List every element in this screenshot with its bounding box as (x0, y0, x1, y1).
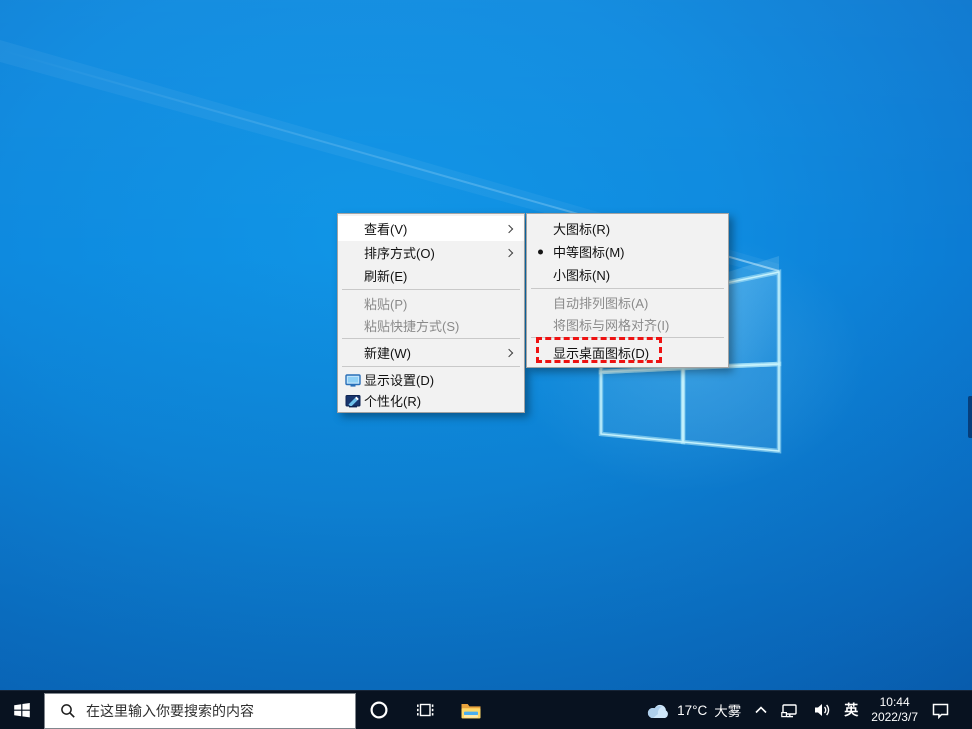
menu-item-label: 中等图标(M) (553, 242, 625, 261)
taskview-icon (415, 700, 435, 720)
submenu-item-large-icons[interactable]: 大图标(R) (527, 217, 728, 240)
menu-item-label: 刷新(E) (364, 266, 407, 285)
weather-condition-label: 大雾 (714, 700, 741, 720)
notification-icon (931, 702, 950, 719)
search-input[interactable] (86, 703, 316, 719)
menu-item-paste: 粘贴(P) (338, 292, 524, 314)
taskbar: 17°C 大雾 (0, 690, 972, 729)
show-hidden-icons-button[interactable] (754, 704, 768, 716)
submenu-item-show-desktop-icons[interactable]: 显示桌面图标(D) (527, 340, 728, 365)
menu-item-label: 自动排列图标(A) (553, 293, 648, 312)
file-explorer-icon (460, 701, 482, 720)
submenu-item-small-icons[interactable]: 小图标(N) (527, 263, 728, 286)
menu-item-sort-by[interactable]: 排序方式(O) (338, 241, 524, 264)
ime-language-indicator[interactable]: 英 (844, 700, 858, 720)
taskview-button[interactable] (402, 691, 448, 729)
submenu-item-medium-icons[interactable]: 中等图标(M) (527, 240, 728, 263)
menu-item-paste-shortcut: 粘贴快捷方式(S) (338, 314, 524, 336)
desktop-context-menu: 查看(V) 排序方式(O) 刷新(E) 粘贴(P) 粘贴快捷方式(S) 新建(W… (337, 213, 525, 413)
menu-item-label: 显示设置(D) (364, 370, 434, 389)
cortana-icon (369, 700, 389, 720)
speaker-icon (813, 702, 831, 718)
file-explorer-button[interactable] (448, 691, 494, 729)
menu-item-new[interactable]: 新建(W) (338, 341, 524, 364)
submenu-arrow-icon (505, 248, 513, 256)
submenu-item-align-to-grid: 将图标与网格对齐(I) (527, 313, 728, 335)
screen: 查看(V) 排序方式(O) 刷新(E) 粘贴(P) 粘贴快捷方式(S) 新建(W… (0, 0, 972, 729)
taskbar-clock[interactable]: 10:44 2022/3/7 (871, 695, 918, 725)
search-icon (60, 703, 76, 719)
submenu-arrow-icon (505, 348, 513, 356)
start-button[interactable] (0, 691, 44, 729)
menu-item-label: 小图标(N) (553, 265, 610, 284)
menu-item-label: 查看(V) (364, 219, 407, 238)
menu-item-label: 新建(W) (364, 343, 411, 362)
menu-item-label: 排序方式(O) (364, 243, 435, 262)
taskbar-search-box[interactable] (44, 693, 356, 729)
clock-time: 10:44 (880, 695, 910, 710)
menu-item-label: 显示桌面图标(D) (553, 343, 649, 362)
submenu-arrow-icon (505, 224, 513, 232)
volume-tray-button[interactable] (813, 702, 831, 718)
menu-item-display-settings[interactable]: 显示设置(D) (338, 369, 524, 390)
action-center-button[interactable] (931, 702, 950, 719)
chevron-up-icon (754, 704, 768, 716)
network-tray-button[interactable] (781, 702, 800, 719)
right-edge-mark (968, 396, 972, 438)
menu-item-label: 将图标与网格对齐(I) (553, 315, 669, 334)
view-submenu: 大图标(R) 中等图标(M) 小图标(N) 自动排列图标(A) 将图标与网格对齐… (526, 213, 729, 368)
menu-item-label: 粘贴(P) (364, 294, 407, 313)
display-settings-icon (345, 372, 361, 388)
weather-cloud-icon (646, 702, 670, 719)
menu-item-label: 个性化(R) (364, 391, 421, 410)
personalization-icon (345, 393, 361, 409)
menu-item-refresh[interactable]: 刷新(E) (338, 264, 524, 287)
start-icon (13, 701, 31, 719)
menu-item-view[interactable]: 查看(V) (338, 216, 524, 241)
menu-item-label: 粘贴快捷方式(S) (364, 316, 459, 335)
submenu-item-auto-arrange: 自动排列图标(A) (527, 291, 728, 313)
weather-widget[interactable]: 17°C 大雾 (646, 700, 741, 720)
menu-item-personalize[interactable]: 个性化(R) (338, 390, 524, 411)
selected-bullet-icon (538, 249, 543, 254)
clock-date: 2022/3/7 (871, 710, 918, 725)
temperature-label: 17°C (677, 703, 707, 718)
system-tray: 17°C 大雾 (646, 691, 972, 729)
cortana-button[interactable] (356, 691, 402, 729)
menu-item-label: 大图标(R) (553, 219, 610, 238)
network-icon (781, 702, 800, 719)
ime-label: 英 (844, 700, 858, 720)
